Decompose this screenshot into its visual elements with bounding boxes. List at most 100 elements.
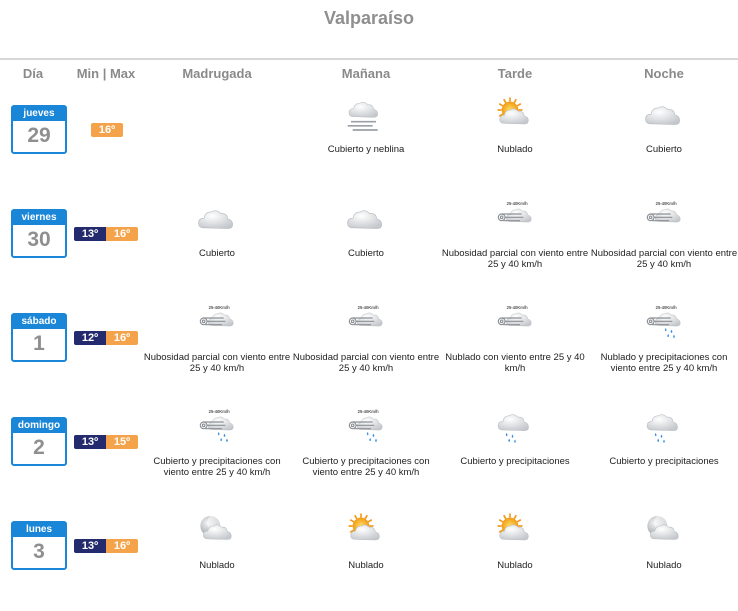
moon-cloud-icon [647, 514, 679, 540]
svg-text:25-40Km/h: 25-40Km/h [209, 409, 230, 414]
sun-cloud-icon [497, 97, 529, 125]
condition-text: Nublado [348, 560, 384, 571]
header-madrugada: Madrugada [182, 66, 252, 81]
forecast-cell: 25-40Km/h Nubosidad parcial con viento e… [142, 299, 292, 403]
condition-text: Nubosidad parcial con viento entre 25 y … [590, 248, 738, 270]
forecast-row: domingo 2 13º 15º 25-40Km/h Cubierto y pr… [0, 403, 738, 507]
condition-text: Cubierto y precipitaciones con viento en… [302, 456, 430, 478]
condition-text: Cubierto [348, 248, 384, 259]
fog-cloud-icon [347, 102, 378, 131]
calendar-date: jueves 29 [11, 105, 67, 154]
forecast-cell: 25-40Km/h Cubierto y precipitaciones con… [291, 403, 441, 507]
cloud-icon [198, 210, 233, 229]
condition-text: Nublado [497, 144, 533, 155]
wind-rain-icon: 25-40Km/h [199, 409, 234, 442]
header-manana: Mañana [341, 66, 391, 81]
day-name: lunes [13, 523, 65, 537]
calendar-date: viernes 30 [11, 209, 67, 258]
day-name: domingo [13, 419, 65, 433]
condition-text: Nublado y precipitaciones con viento ent… [600, 352, 728, 374]
wind-rain-icon: 25-40Km/h [646, 305, 681, 338]
forecast-cell: Nublado [440, 91, 590, 195]
min-temp-badge: 13º [74, 539, 106, 553]
sun-cloud-icon [348, 513, 380, 541]
svg-text:25-40Km/h: 25-40Km/h [656, 305, 677, 310]
condition-text: Cubierto y precipitaciones [609, 456, 719, 467]
condition-text: Nubosidad parcial con viento entre 25 y … [441, 248, 589, 270]
day-number: 2 [33, 436, 45, 459]
temperature-range: 12º 16º [74, 331, 138, 345]
temperature-range: 16º [74, 123, 138, 137]
svg-text:25-40Km/h: 25-40Km/h [209, 305, 230, 310]
forecast-cell: 25-40Km/h Nubosidad parcial con viento e… [589, 195, 738, 299]
temperature-range: 13º 16º [74, 539, 138, 553]
day-number: 29 [27, 124, 51, 147]
max-temp-badge: 16º [91, 123, 123, 137]
forecast-cell: 25-40Km/h Nubosidad parcial con viento e… [291, 299, 441, 403]
min-temp-badge: 13º [74, 435, 106, 449]
condition-text: Cubierto y neblina [327, 144, 405, 155]
max-temp-badge: 16º [106, 331, 138, 345]
forecast-cell: Cubierto [142, 195, 292, 299]
svg-text:25-40Km/h: 25-40Km/h [507, 201, 528, 206]
moon-cloud-icon [200, 514, 232, 540]
rain-cloud-icon [646, 414, 678, 443]
sun-cloud-icon [497, 513, 529, 541]
header-dia: Día [22, 66, 44, 81]
forecast-cell: Nublado [291, 507, 441, 611]
forecast-cell: Cubierto y neblina [291, 91, 441, 195]
wind-rain-icon: 25-40Km/h [348, 409, 383, 442]
forecast-row: jueves 29 16º Cubierto y neblina Nublado… [0, 91, 738, 195]
forecast-cell: Nublado [440, 507, 590, 611]
forecast-cell: Nublado [142, 507, 292, 611]
svg-text:25-40Km/h: 25-40Km/h [358, 305, 379, 310]
header-noche: Noche [644, 66, 684, 81]
calendar-date: domingo 2 [11, 417, 67, 466]
min-temp-badge: 12º [74, 331, 106, 345]
condition-text: Nubosidad parcial con viento entre 25 y … [292, 352, 440, 374]
forecast-cell: Nublado [589, 507, 738, 611]
forecast-cell: 25-40Km/h Nubosidad parcial con viento e… [440, 195, 590, 299]
page-title: Valparaíso [323, 8, 415, 28]
day-number: 30 [27, 228, 51, 251]
forecast-cell: 25-40Km/h Nublado con viento entre 25 y … [440, 299, 590, 403]
forecast-cell: Cubierto y precipitaciones [440, 403, 590, 507]
max-temp-badge: 15º [106, 435, 138, 449]
day-name: viernes [13, 211, 65, 225]
condition-text: Nublado [646, 560, 682, 571]
svg-text:25-40Km/h: 25-40Km/h [507, 305, 528, 310]
condition-text: Nublado [497, 560, 533, 571]
day-name: jueves [13, 107, 65, 121]
forecast-row: viernes 30 13º 16º Cubierto Cubierto 25-4… [0, 195, 738, 299]
wind-icon: 25-40Km/h [348, 305, 383, 327]
cloud-icon [645, 106, 680, 125]
day-number: 1 [33, 332, 45, 355]
forecast-row: lunes 3 13º 16º Nublado Nublado Nublado N… [0, 507, 738, 611]
svg-text:25-40Km/h: 25-40Km/h [358, 409, 379, 414]
temperature-range: 13º 15º [74, 435, 138, 449]
day-name: sábado [13, 315, 65, 329]
forecast-cell: Cubierto [589, 91, 738, 195]
header-min-max: Min | Max [76, 66, 136, 81]
wind-icon: 25-40Km/h [497, 201, 532, 223]
day-number: 3 [33, 540, 45, 563]
condition-text: Cubierto [646, 144, 682, 155]
rain-cloud-icon [497, 414, 529, 443]
min-temp-badge: 13º [74, 227, 106, 241]
header-tarde: Tarde [497, 66, 533, 81]
condition-text: Cubierto [199, 248, 235, 259]
forecast-cell: 25-40Km/h Cubierto y precipitaciones con… [142, 403, 292, 507]
forecast-cell: 25-40Km/h Nublado y precipitaciones con … [589, 299, 738, 403]
forecast-row: sábado 1 12º 16º 25-40Km/h Nubosidad parc… [0, 299, 738, 403]
condition-text: Nublado con viento entre 25 y 40 km/h [445, 352, 585, 374]
condition-text: Nubosidad parcial con viento entre 25 y … [143, 352, 291, 374]
condition-text: Nublado [199, 560, 235, 571]
calendar-date: sábado 1 [11, 313, 67, 362]
forecast-cell: Cubierto [291, 195, 441, 299]
wind-icon: 25-40Km/h [199, 305, 234, 327]
condition-text: Cubierto y precipitaciones [460, 456, 570, 467]
calendar-date: lunes 3 [11, 521, 67, 570]
wind-icon: 25-40Km/h [646, 201, 681, 223]
condition-text: Cubierto y precipitaciones con viento en… [153, 456, 281, 478]
forecast-cell: Cubierto y precipitaciones [589, 403, 738, 507]
